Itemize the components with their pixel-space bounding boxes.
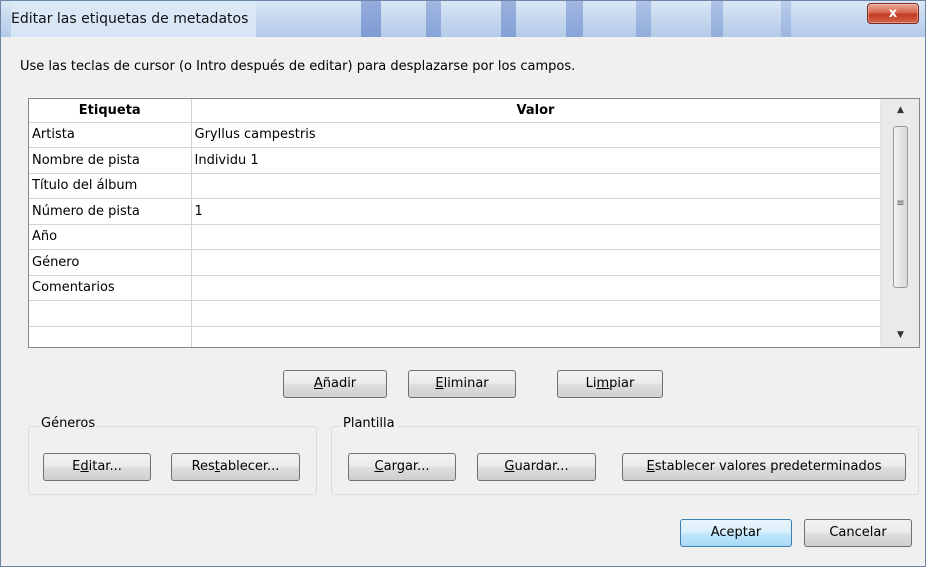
dialog-window: Editar las etiquetas de metadatos x Use … [0, 0, 926, 567]
load-template-accesskey: C [374, 459, 384, 474]
vertical-scrollbar[interactable]: ▲ ≡ ▼ [880, 99, 919, 347]
clear-button-label-post: piar [609, 376, 635, 391]
metadata-table: Etiqueta Valor Artista Gryllus campestri… [29, 99, 881, 347]
title-bar-decoration [291, 1, 881, 37]
tag-cell[interactable]: Año [29, 224, 192, 250]
remove-button-label-post: liminar [443, 376, 489, 391]
title-bar[interactable]: Editar las etiquetas de metadatos x [1, 1, 925, 37]
table-row: Nombre de pista Individu 1 [29, 147, 881, 174]
scroll-down-arrow-icon[interactable]: ▼ [881, 324, 919, 347]
save-template-accesskey: G [504, 459, 515, 474]
scroll-up-arrow-icon[interactable]: ▲ [881, 99, 919, 122]
value-cell[interactable]: 1 [191, 198, 881, 225]
cancel-button[interactable]: Cancelar [804, 519, 912, 547]
value-cell[interactable]: Gryllus campestris [191, 122, 881, 148]
add-button-accesskey: A [313, 376, 323, 391]
value-cell[interactable] [191, 224, 881, 250]
table-header-row: Etiqueta Valor [29, 99, 881, 123]
remove-button-accesskey: E [435, 376, 444, 391]
value-cell[interactable] [191, 173, 881, 199]
table-row [29, 326, 881, 347]
save-template-label-post: uardar... [514, 459, 569, 474]
table-row: Comentarios [29, 275, 881, 301]
table-row: Año [29, 224, 881, 250]
table-row: Título del álbum [29, 173, 881, 199]
reset-genres-label-pre: Res [191, 459, 215, 474]
add-button[interactable]: Añadir [283, 370, 387, 398]
set-defaults-label-post: stablecer valores predeterminados [654, 459, 882, 474]
value-cell[interactable] [191, 300, 881, 327]
load-template-button[interactable]: Cargar... [348, 453, 456, 481]
reset-genres-label-post: ablecer... [219, 459, 280, 474]
tag-cell[interactable]: Título del álbum [29, 173, 192, 199]
set-defaults-button[interactable]: Establecer valores predeterminados [622, 453, 906, 481]
edit-genres-label-post: itar... [88, 459, 122, 474]
tag-cell[interactable]: Género [29, 249, 192, 276]
save-template-button[interactable]: Guardar... [477, 453, 596, 481]
scrollbar-thumb[interactable]: ≡ [893, 126, 908, 288]
ok-button[interactable]: Aceptar [680, 519, 792, 547]
instructions-text: Use las teclas de cursor (o Intro despué… [20, 59, 576, 74]
table-row [29, 300, 881, 327]
column-header-tag[interactable]: Etiqueta [29, 99, 192, 123]
window-title: Editar las etiquetas de metadatos [11, 1, 257, 37]
remove-button[interactable]: Eliminar [408, 370, 516, 398]
edit-genres-button[interactable]: Editar... [43, 453, 151, 481]
column-header-value[interactable]: Valor [191, 99, 881, 123]
clear-button-label-pre: Li [585, 376, 597, 391]
clear-button[interactable]: Limpiar [557, 370, 663, 398]
edit-genres-accesskey: d [80, 459, 89, 474]
genres-group-label: Géneros [39, 416, 98, 431]
metadata-table-frame: Etiqueta Valor Artista Gryllus campestri… [28, 98, 920, 348]
tag-cell[interactable] [29, 326, 192, 347]
close-button[interactable]: x [867, 3, 919, 24]
scrollbar-grip-icon: ≡ [896, 198, 905, 209]
tag-cell[interactable]: Artista [29, 122, 192, 148]
value-cell[interactable] [191, 326, 881, 347]
tag-cell[interactable] [29, 300, 192, 327]
value-cell[interactable] [191, 275, 881, 301]
value-cell[interactable]: Individu 1 [191, 147, 881, 174]
table-row: Artista Gryllus campestris [29, 122, 881, 148]
template-group-label: Plantilla [341, 416, 397, 431]
value-cell[interactable] [191, 249, 881, 276]
load-template-label-post: argar... [383, 459, 430, 474]
table-row: Número de pista 1 [29, 198, 881, 225]
table-row: Género [29, 249, 881, 276]
reset-genres-button[interactable]: Restablecer... [171, 453, 300, 481]
tag-cell[interactable]: Comentarios [29, 275, 192, 301]
set-defaults-accesskey: E [646, 459, 655, 474]
add-button-label-post: ñadir [322, 376, 357, 391]
clear-button-accesskey: m [596, 376, 610, 391]
tag-cell[interactable]: Número de pista [29, 198, 192, 225]
tag-cell[interactable]: Nombre de pista [29, 147, 192, 174]
